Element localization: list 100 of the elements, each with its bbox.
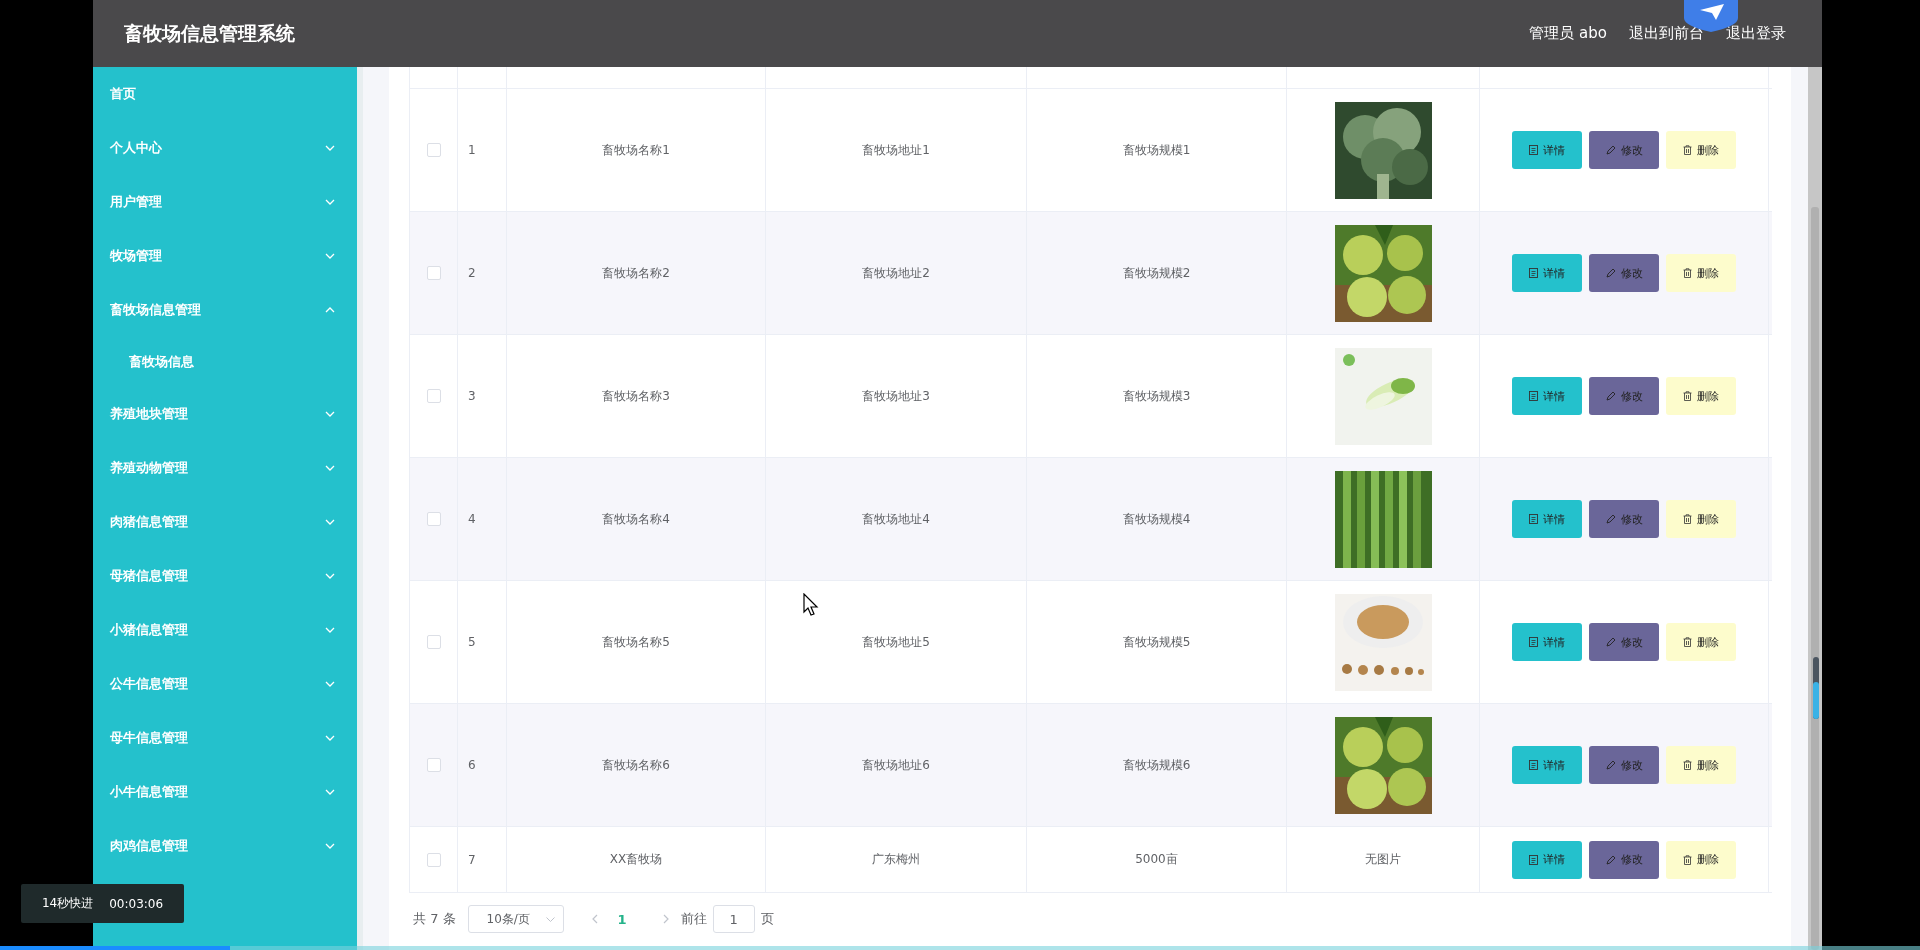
goto-page-field[interactable]: 1 xyxy=(712,905,755,933)
sidebar-item[interactable]: 养殖动物管理 xyxy=(93,441,357,495)
document-icon xyxy=(1529,391,1538,401)
table-cell: 畜牧场地址4 xyxy=(862,510,930,528)
row-checkbox[interactable] xyxy=(426,635,441,649)
table-cell: 3 xyxy=(468,389,476,403)
progress-track[interactable] xyxy=(0,946,1920,950)
table-cell: 畜牧场地址6 xyxy=(862,756,930,774)
table-cell: 畜牧场名称1 xyxy=(602,141,670,159)
table-cell: 7 xyxy=(468,852,476,867)
sidebar-item[interactable]: 牧场管理 xyxy=(93,229,357,283)
detail-button[interactable]: 详情 xyxy=(1512,254,1582,292)
table-cell: 畜牧场名称3 xyxy=(602,387,670,405)
sidebar-item[interactable]: 小猪信息管理 xyxy=(93,603,357,657)
document-icon xyxy=(1529,854,1538,865)
table-cell: 畜牧场规模3 xyxy=(1122,387,1191,405)
table-cell: 畜牧场名称6 xyxy=(602,756,670,774)
row-checkbox[interactable] xyxy=(426,143,441,157)
table-cell: 畜牧场地址5 xyxy=(862,633,930,651)
sidebar-item[interactable]: 母猪信息管理 xyxy=(93,549,357,603)
sidebar-item[interactable]: 公牛信息管理 xyxy=(93,657,357,711)
sidebar-item[interactable]: 首页 xyxy=(93,67,357,121)
table-cell: 畜牧场地址2 xyxy=(862,264,930,282)
scrollbar[interactable] xyxy=(1808,67,1822,950)
document-icon xyxy=(1529,145,1538,155)
trash-icon xyxy=(1683,637,1692,647)
row-checkbox[interactable] xyxy=(426,852,441,867)
chevron-down-icon xyxy=(545,916,555,922)
detail-button[interactable]: 详情 xyxy=(1512,131,1582,169)
trash-icon xyxy=(1683,268,1692,278)
pencil-icon xyxy=(1605,854,1616,865)
table-cell: 5 xyxy=(468,635,476,649)
page-suffix: 页 xyxy=(760,910,774,928)
header-link[interactable]: 退出到前台 xyxy=(1629,24,1704,43)
edit-button[interactable]: 修改 xyxy=(1589,840,1659,879)
delete-button[interactable]: 删除 xyxy=(1666,131,1736,169)
detail-button[interactable]: 详情 xyxy=(1512,500,1582,538)
edit-button[interactable]: 修改 xyxy=(1589,131,1659,169)
playback-time: 00:03:06 xyxy=(109,896,164,911)
sidebar-item[interactable]: 个人中心 xyxy=(93,121,357,175)
edit-button[interactable]: 修改 xyxy=(1589,254,1659,292)
edit-button[interactable]: 修改 xyxy=(1589,500,1659,538)
table-cell: 畜牧场地址1 xyxy=(862,141,930,159)
app-title: 畜牧场信息管理系统 xyxy=(124,20,295,46)
row-checkbox[interactable] xyxy=(426,389,441,403)
detail-button[interactable]: 详情 xyxy=(1512,377,1582,415)
total-count: 共 7 条 xyxy=(413,910,456,928)
row-checkbox[interactable] xyxy=(426,758,441,772)
table-cell: 广东梅州 xyxy=(872,851,920,868)
edit-button[interactable]: 修改 xyxy=(1589,746,1659,784)
detail-button[interactable]: 详情 xyxy=(1512,840,1582,879)
edit-button[interactable]: 修改 xyxy=(1589,377,1659,415)
user-label: 管理员 abo xyxy=(1529,24,1607,43)
delete-button[interactable]: 删除 xyxy=(1666,746,1736,784)
sidebar-item[interactable]: 肉鸡信息管理 xyxy=(93,819,357,873)
table-cell: XX畜牧场 xyxy=(609,851,663,868)
cursor-icon xyxy=(803,593,819,617)
sidebar-item[interactable]: 母牛信息管理 xyxy=(93,711,357,765)
trash-icon xyxy=(1683,514,1692,524)
delete-button[interactable]: 删除 xyxy=(1666,840,1736,879)
sidebar-item[interactable]: 小牛信息管理 xyxy=(93,765,357,819)
sidebar-item[interactable]: 肉猪信息管理 xyxy=(93,495,357,549)
sidebar-item[interactable]: 畜牧场信息管理 xyxy=(93,283,357,337)
row-checkbox[interactable] xyxy=(426,512,441,526)
sidebar-item[interactable]: 用户管理 xyxy=(93,175,357,229)
table-cell: 畜牧场规模5 xyxy=(1122,633,1191,651)
table-cell: 1 xyxy=(468,143,476,157)
delete-button[interactable]: 删除 xyxy=(1666,377,1736,415)
detail-button[interactable]: 详情 xyxy=(1512,746,1582,784)
header-link[interactable]: 退出登录 xyxy=(1726,24,1786,43)
delete-button[interactable]: 删除 xyxy=(1666,623,1736,661)
delete-button[interactable]: 删除 xyxy=(1666,500,1736,538)
pencil-icon xyxy=(1605,268,1616,278)
document-icon xyxy=(1529,637,1538,647)
pencil-icon xyxy=(1605,514,1616,524)
table-cell: 畜牧场名称5 xyxy=(602,633,670,651)
speed-label: 14秒快进 xyxy=(41,895,94,912)
document-icon xyxy=(1529,268,1538,278)
page-size-select[interactable]: 10条/页 xyxy=(467,905,564,933)
trash-icon xyxy=(1683,854,1692,865)
previous-page-icon[interactable] xyxy=(591,914,598,924)
table-cell: 畜牧场规模4 xyxy=(1122,510,1191,528)
row-checkbox[interactable] xyxy=(426,266,441,280)
document-icon xyxy=(1529,760,1538,770)
edit-button[interactable]: 修改 xyxy=(1589,623,1659,661)
delete-button[interactable]: 删除 xyxy=(1666,254,1736,292)
sidebar-item[interactable]: 养殖地块管理 xyxy=(93,387,357,441)
next-page-icon[interactable] xyxy=(662,914,669,924)
table-cell: 畜牧场规模1 xyxy=(1122,141,1191,159)
table-cell: 畜牧场规模6 xyxy=(1122,756,1191,774)
trash-icon xyxy=(1683,145,1692,155)
table-cell: 5000亩 xyxy=(1135,851,1178,868)
pencil-icon xyxy=(1605,145,1616,155)
sidebar-subitem[interactable]: 畜牧场信息 xyxy=(93,337,357,387)
pencil-icon xyxy=(1605,391,1616,401)
table-cell: 2 xyxy=(468,266,476,280)
page-number[interactable]: 1 xyxy=(609,911,635,927)
detail-button[interactable]: 详情 xyxy=(1512,623,1582,661)
pencil-icon xyxy=(1605,637,1616,647)
table-cell: 畜牧场规模2 xyxy=(1122,264,1191,282)
